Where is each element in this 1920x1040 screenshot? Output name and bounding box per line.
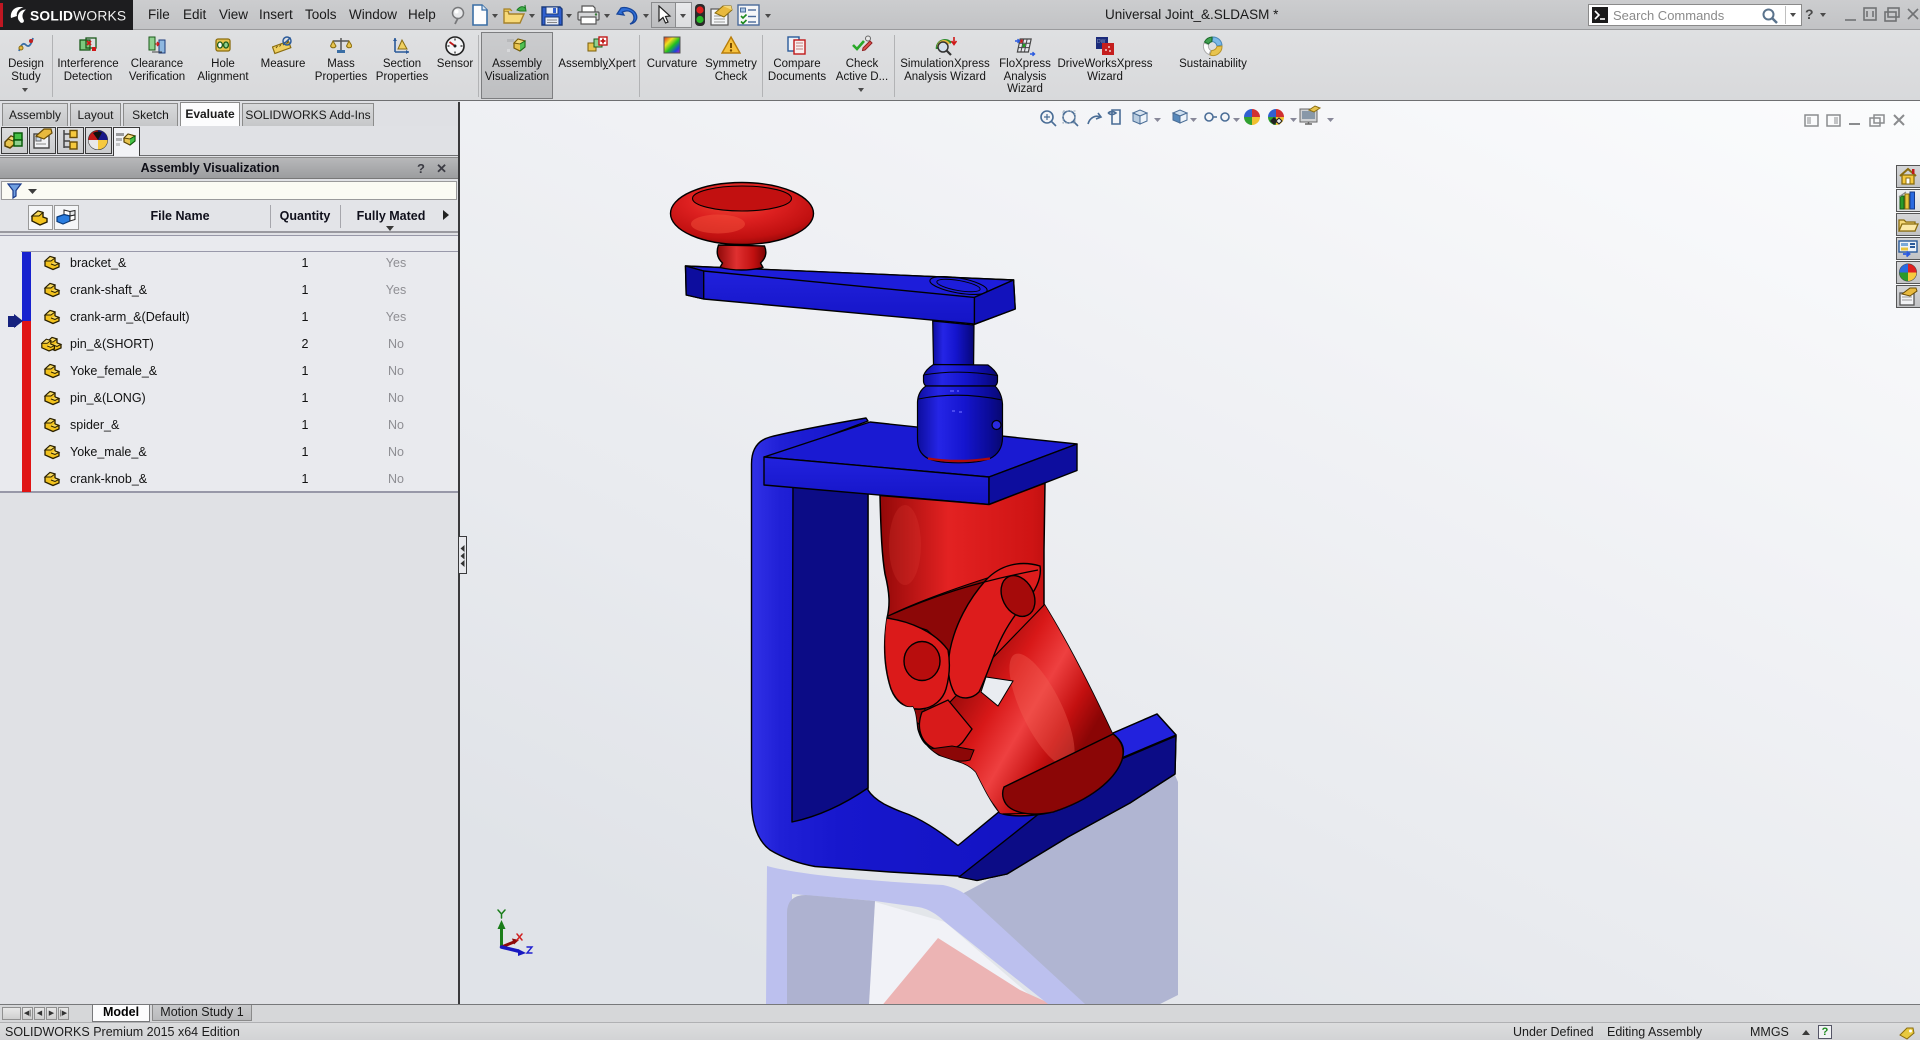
svg-text:SOLIDWORKS: SOLIDWORKS xyxy=(30,9,126,24)
